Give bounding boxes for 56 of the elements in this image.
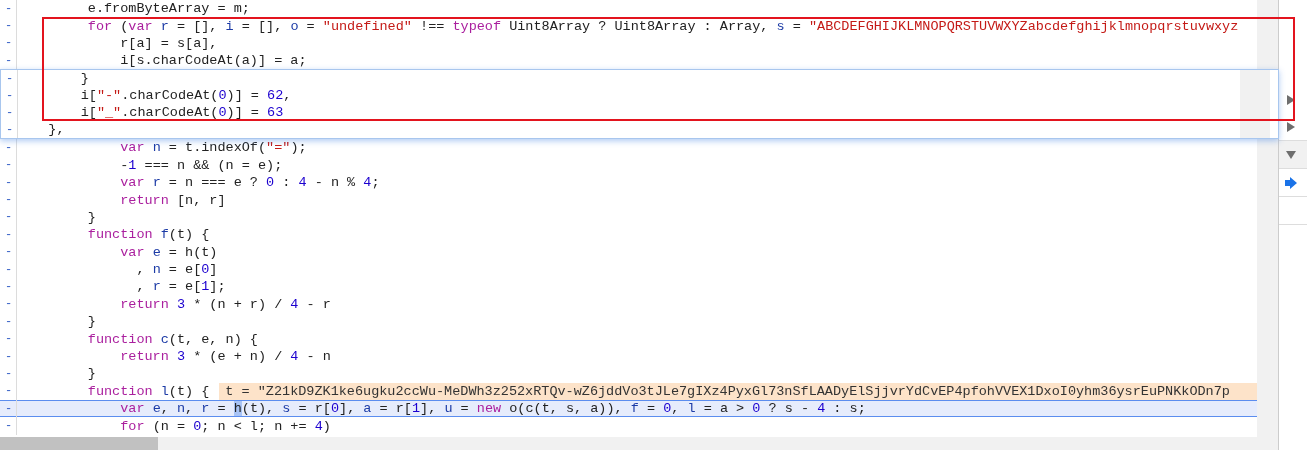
horizontal-scrollbar[interactable]	[0, 437, 1278, 450]
code-line: for (var r = [], i = [], o = "undefined" !== typeof Uint8Array ? Uint8Array : Array, s = "ABCDEFGHIJKLMNOPQRSTUVWXYZabcdefghijklmnopqrstuvwxyz	[87, 18, 1239, 34]
line-marker: -	[6, 105, 14, 120]
triangle-right-icon[interactable]	[1285, 120, 1297, 133]
line-marker: -	[5, 36, 13, 51]
code-line: function c(t, e, n) {	[87, 331, 258, 347]
code-line: , r = e[1];	[136, 279, 226, 295]
line-marker: -	[5, 384, 13, 399]
code-line: }	[80, 71, 89, 86]
line-marker: -	[5, 297, 13, 312]
popup-scrollbar[interactable]	[1240, 70, 1270, 138]
code-line: i["-".charCodeAt(0)] = 62,	[80, 88, 292, 103]
line-marker: -	[5, 1, 13, 16]
line-marker: -	[5, 53, 13, 68]
code-line: , n = e[0]	[136, 262, 218, 278]
line-marker: -	[5, 366, 13, 381]
line-marker: -	[5, 349, 13, 364]
line-marker: -	[5, 19, 13, 34]
code-line: },	[48, 122, 65, 137]
code-line: }	[87, 314, 96, 330]
line-marker: -	[5, 419, 13, 434]
line-marker: -	[5, 332, 13, 347]
line-marker: -	[5, 314, 13, 329]
code-line: r[a] = s[a],	[120, 35, 218, 51]
code-line: var e = h(t)	[120, 244, 218, 260]
code-line: i["_".charCodeAt(0)] = 63	[80, 105, 284, 120]
code-line: return [n, r]	[120, 192, 226, 208]
code-line: function f(t) {	[87, 227, 210, 243]
code-line: return 3 * (n + r) / 4 - r	[120, 296, 331, 312]
line-marker: -	[5, 245, 13, 260]
line-marker: -	[6, 88, 14, 103]
code-line: -1 === n && (n = e);	[120, 157, 283, 173]
line-marker: -	[6, 71, 14, 86]
line-marker: -	[5, 227, 13, 242]
code-line: e.fromByteArray = m;	[87, 1, 250, 17]
code-line: var e, n, r = h(t), s = r[0], a = r[1], u = new o(c(t, s, a)), f = 0, l = a > 0 ? s - 4 : s;	[120, 401, 866, 417]
code-line: var n = t.indexOf("=");	[120, 140, 307, 156]
code-line: }	[87, 209, 96, 225]
triangle-down-icon[interactable]	[1285, 148, 1297, 161]
code-line: for (n = 0; n < l; n += 4)	[120, 418, 331, 434]
code-line: }	[87, 366, 96, 382]
arrow-right-icon	[1284, 176, 1298, 189]
code-line: return 3 * (e + n) / 4 - n	[120, 349, 331, 365]
line-marker: -	[6, 122, 14, 137]
line-marker: -	[5, 193, 13, 207]
code-line: var r = n === e ? 0 : 4 - n % 4;	[120, 175, 380, 191]
line-marker: -	[5, 140, 13, 155]
line-marker: -	[5, 262, 13, 277]
line-marker: -	[5, 401, 13, 416]
code-line: function l(t) {	[87, 383, 210, 399]
line-marker: -	[5, 158, 13, 173]
code-line: i[s.charCodeAt(a)] = a;	[120, 53, 307, 69]
inline-value: t = "Z21kD9ZK1ke6ugku2ccWu-MeDWh3z252xRTQv-wZ6jddVo3tJLe7gIXz4PyxGl73nSfLAADyElSjjvrYdCvEP4pfohVVEX1DxoI0yhm36ysrEuPNKkODn7p	[219, 382, 1257, 400]
line-marker: -	[5, 210, 13, 225]
line-marker: -	[5, 279, 13, 294]
line-marker: -	[5, 175, 13, 190]
